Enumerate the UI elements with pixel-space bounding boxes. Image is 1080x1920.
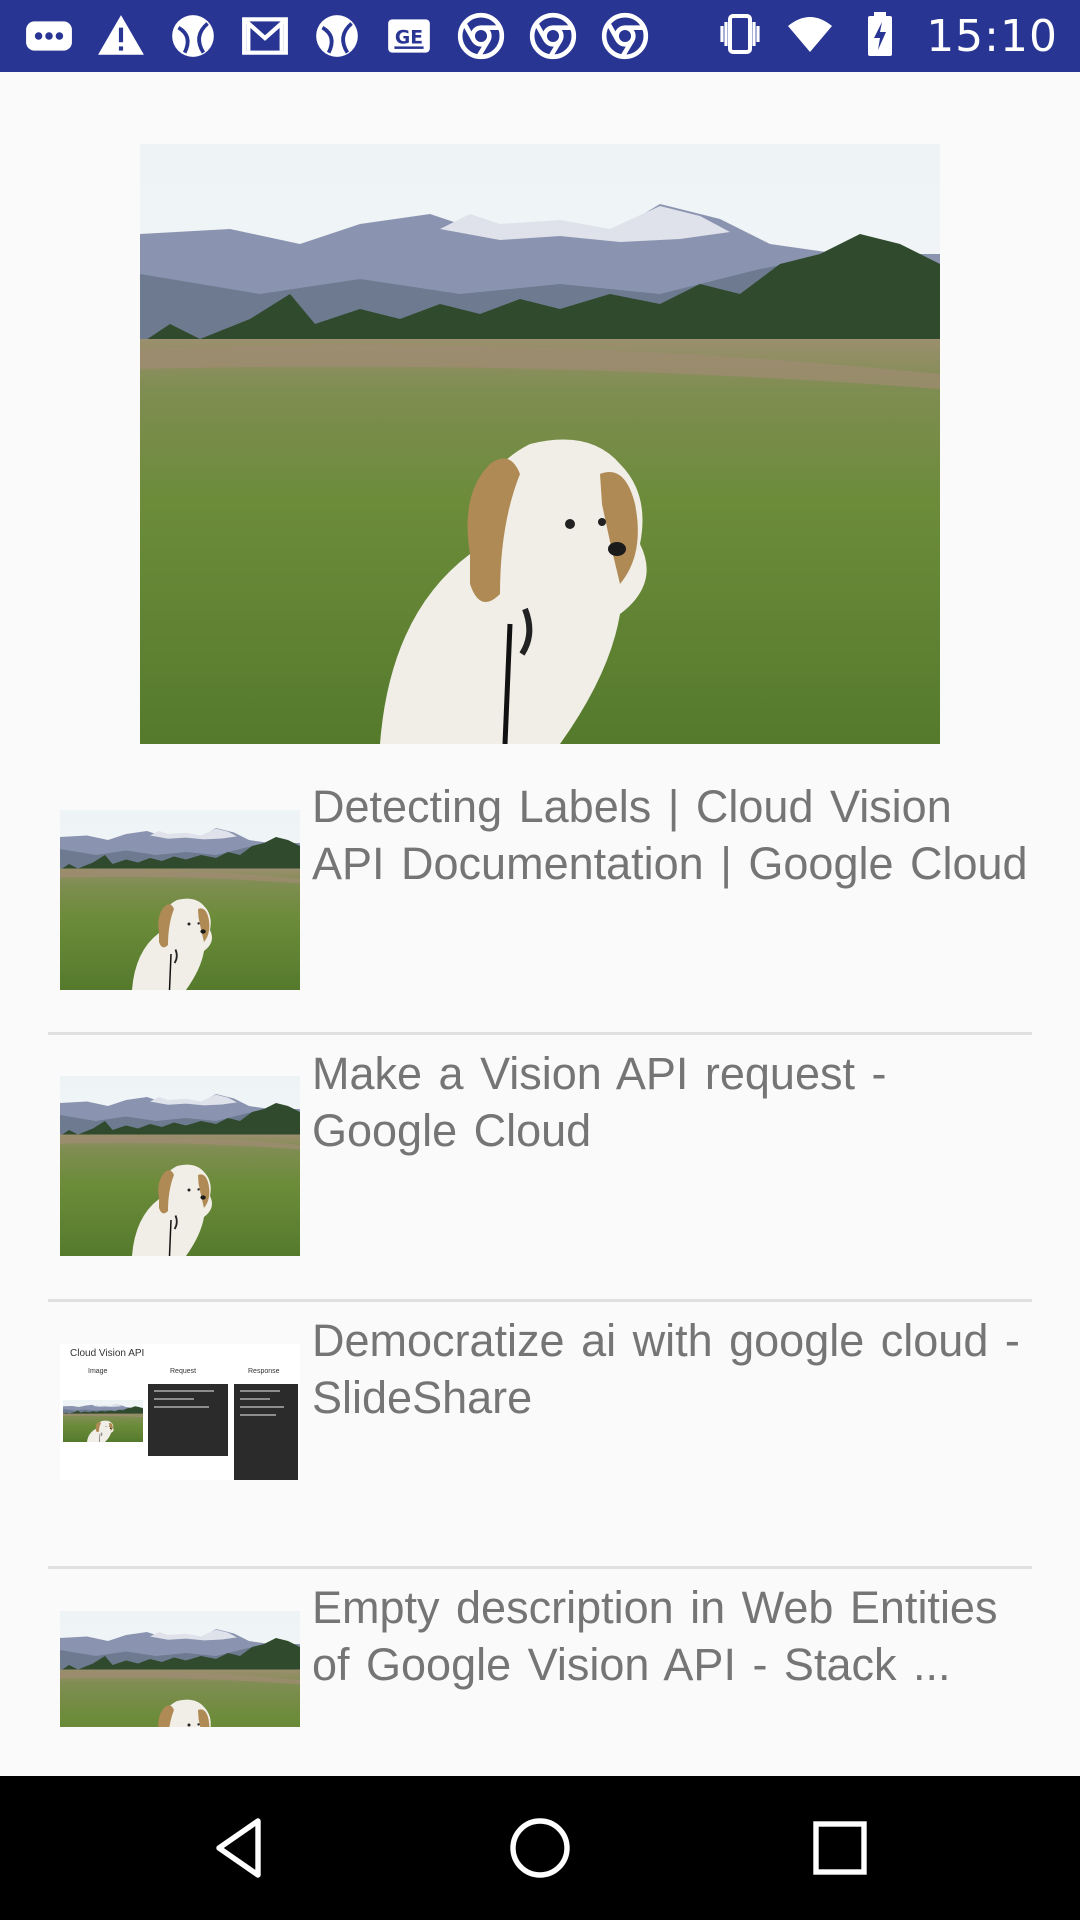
slide-dog-image <box>63 1400 143 1442</box>
result-title: Democratize ai with google cloud - Slide… <box>312 1315 1020 1423</box>
result-title: Detecting Labels | Cloud Vision API Docu… <box>312 781 1028 889</box>
chrome-icon <box>598 9 652 63</box>
recents-button[interactable] <box>804 1812 876 1884</box>
ball-icon <box>166 9 220 63</box>
slide-request-panel <box>148 1384 228 1456</box>
warning-icon <box>94 9 148 63</box>
clock: 15:10 <box>926 10 1058 62</box>
chrome-icon <box>454 9 508 63</box>
wifi-icon <box>786 10 834 63</box>
result-item[interactable]: Empty description in Web Entities of Goo… <box>48 1567 1032 1776</box>
result-title: Empty description in Web Entities of Goo… <box>312 1582 998 1690</box>
svg-text:GE: GE <box>395 27 423 48</box>
system-icons: 15:10 <box>716 10 1058 62</box>
ball-icon <box>310 9 364 63</box>
result-thumbnail-slide: Cloud Vision API Image Request Response <box>60 1344 300 1480</box>
query-image <box>140 144 940 744</box>
navigation-bar <box>0 1776 1080 1920</box>
slide-col-response: Response <box>248 1368 280 1375</box>
gmail-icon <box>238 9 292 63</box>
recents-icon <box>813 1821 867 1875</box>
back-icon <box>216 1818 261 1878</box>
slide-col-request: Request <box>170 1368 197 1375</box>
ge-icon: GE <box>382 9 436 63</box>
home-button[interactable] <box>504 1812 576 1884</box>
result-thumbnail <box>60 1611 300 1727</box>
result-item[interactable]: Make a Vision API request - Google Cloud <box>48 1033 1032 1299</box>
back-button[interactable] <box>204 1812 276 1884</box>
more-dots-icon <box>22 9 76 63</box>
battery-charging-icon <box>856 10 904 63</box>
result-item[interactable]: Cloud Vision API Image Request Response … <box>48 1300 1032 1566</box>
result-thumbnail <box>60 1076 300 1256</box>
result-thumbnail <box>60 810 300 990</box>
slide-heading: Cloud Vision API <box>70 1348 145 1359</box>
slide-col-image: Image <box>88 1368 108 1375</box>
vibrate-icon <box>716 10 764 63</box>
notification-icons: GE <box>22 10 652 62</box>
slide-response-panel <box>234 1384 298 1480</box>
results-screen[interactable]: Detecting Labels | Cloud Vision API Docu… <box>0 72 1080 1776</box>
result-title: Make a Vision API request - Google Cloud <box>312 1048 887 1156</box>
status-bar: GE 15:10 <box>0 0 1080 72</box>
chrome-icon <box>526 9 580 63</box>
home-icon <box>510 1818 570 1878</box>
result-item[interactable]: Detecting Labels | Cloud Vision API Docu… <box>48 766 1032 1032</box>
